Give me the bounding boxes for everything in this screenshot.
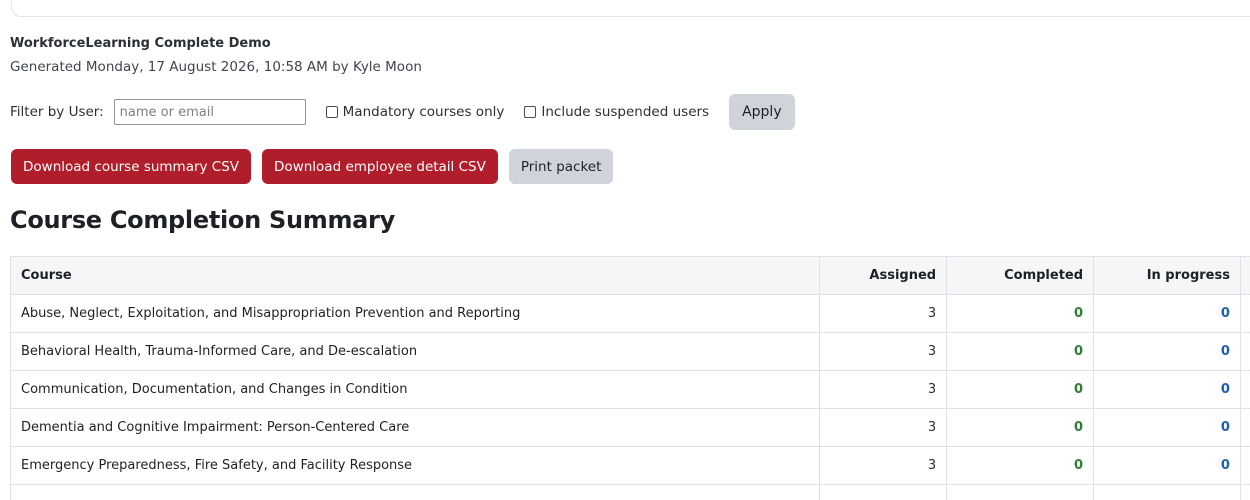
table-row: Dementia and Cognitive Impairment: Perso… [9,408,1250,447]
mandatory-only-checkbox-box[interactable] [325,106,338,118]
report-title: WorkforceLearning Complete Demo [10,36,271,51]
assigned-count-cell: 3 [819,370,948,409]
completed-count-cell[interactable]: 0 [946,446,1095,485]
course-summary-table: Course Assigned Completed In progress Ab… [9,256,1250,500]
course-name-cell: Emergency Preparedness, Fire Safety, and… [9,446,821,485]
report-generated-meta: Generated Monday, 17 August 2026, 10:58 … [10,59,422,75]
table-row [9,484,1250,500]
action-buttons: Download course summary CSV Download emp… [11,149,614,184]
overflow-cell [1239,370,1250,409]
column-header-course[interactable]: Course [9,256,821,295]
overflow-cell [1239,294,1250,333]
overflow-cell [1239,332,1250,371]
in-progress-count-cell[interactable]: 0 [1093,370,1241,409]
assigned-count-cell: 3 [819,294,948,333]
course-name-cell: Communication, Documentation, and Change… [9,370,821,409]
in-progress-count-cell[interactable]: 0 [1093,332,1241,371]
course-name-cell: Abuse, Neglect, Exploitation, and Misapp… [9,294,821,333]
completed-count-cell[interactable]: 0 [946,370,1095,409]
assigned-count-cell: 3 [819,446,948,485]
table-row: Behavioral Health, Trauma-Informed Care,… [9,332,1250,371]
mandatory-only-label[interactable]: Mandatory courses only [343,104,505,120]
print-packet-button[interactable]: Print packet [508,149,614,184]
completed-count-cell[interactable]: 0 [946,294,1095,333]
completed-count-cell[interactable]: 0 [946,332,1095,371]
download-course-summary-button[interactable]: Download course summary CSV [11,149,252,184]
filter-bar: Filter by User: Mandatory courses only I… [10,94,795,130]
overflow-cell [1239,484,1250,500]
overflow-cell [1239,408,1250,447]
table-row: Abuse, Neglect, Exploitation, and Misapp… [9,294,1250,333]
mandatory-only-checkbox[interactable]: Mandatory courses only [325,104,505,120]
column-header-overflow [1239,256,1250,295]
assigned-count-cell [819,484,948,500]
in-progress-count-cell[interactable]: 0 [1093,408,1241,447]
assigned-count-cell: 3 [819,408,948,447]
overflow-cell [1239,446,1250,485]
in-progress-count-cell [1093,484,1241,500]
download-employee-detail-button[interactable]: Download employee detail CSV [262,149,498,184]
course-name-cell: Dementia and Cognitive Impairment: Perso… [9,408,821,447]
in-progress-count-cell[interactable]: 0 [1093,294,1241,333]
course-name-cell: Behavioral Health, Trauma-Informed Care,… [9,332,821,371]
filter-user-input[interactable] [113,99,306,125]
filter-user-label: Filter by User: [10,104,104,120]
include-suspended-label[interactable]: Include suspended users [541,104,709,120]
table-row: Communication, Documentation, and Change… [9,370,1250,409]
completed-count-cell[interactable]: 0 [946,408,1095,447]
in-progress-count-cell[interactable]: 0 [1093,446,1241,485]
completed-count-cell [946,484,1095,500]
assigned-count-cell: 3 [819,332,948,371]
column-header-completed[interactable]: Completed [946,256,1095,295]
report-page: WorkforceLearning Complete Demo Generate… [0,0,1250,500]
table-row: Emergency Preparedness, Fire Safety, and… [9,446,1250,485]
include-suspended-checkbox-box[interactable] [524,106,537,118]
course-name-cell [9,484,821,500]
course-completion-summary-heading: Course Completion Summary [10,206,395,234]
column-header-assigned[interactable]: Assigned [819,256,948,295]
table-header-row: Course Assigned Completed In progress [9,256,1250,295]
apply-button[interactable]: Apply [729,94,795,130]
top-card [11,0,1250,17]
include-suspended-checkbox[interactable]: Include suspended users [524,104,709,120]
column-header-in-progress[interactable]: In progress [1093,256,1241,295]
